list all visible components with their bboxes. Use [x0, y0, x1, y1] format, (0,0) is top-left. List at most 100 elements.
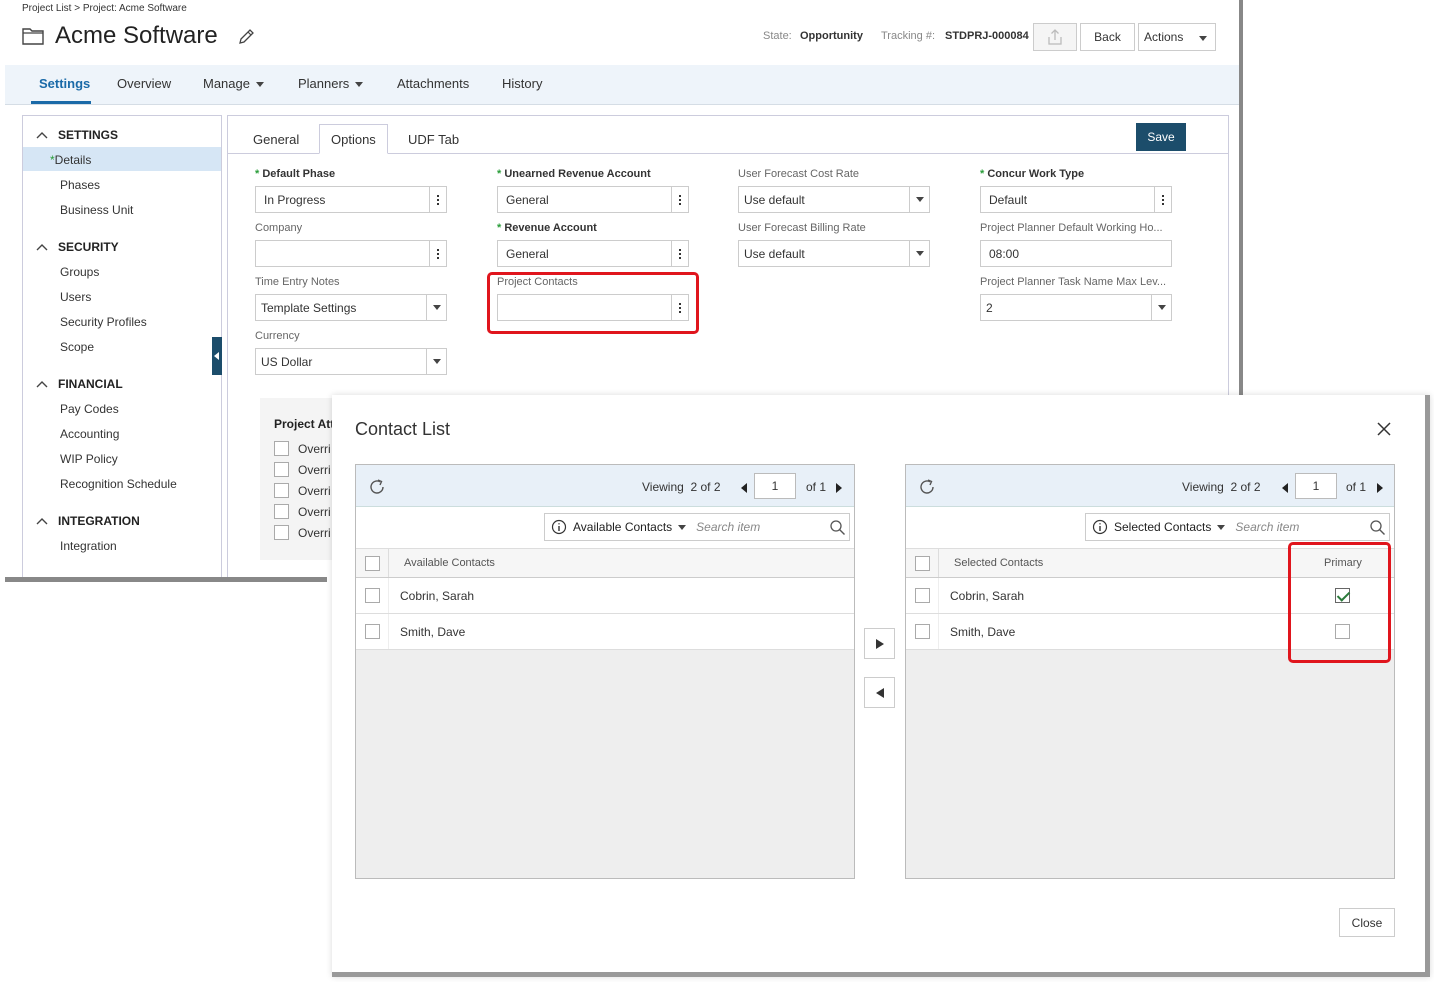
chevron-down-icon[interactable] [1217, 524, 1226, 530]
attribute-row[interactable]: Overri [274, 462, 331, 477]
chevron-down-icon[interactable] [909, 187, 929, 212]
more-options-icon[interactable] [671, 187, 688, 212]
tab-options[interactable]: Options [319, 124, 388, 154]
planner-task-name-max-select[interactable]: 2 [980, 294, 1172, 321]
close-icon[interactable] [1376, 421, 1392, 437]
actions-dropdown[interactable]: Actions [1138, 23, 1216, 51]
back-button[interactable]: Back [1080, 23, 1135, 51]
select-all-checkbox[interactable] [364, 555, 380, 571]
breadcrumb[interactable]: Project List > Project: Acme Software [22, 3, 187, 14]
refresh-icon[interactable] [918, 478, 936, 496]
row-checkbox[interactable] [364, 588, 380, 603]
more-options-icon[interactable] [429, 241, 446, 266]
sidebar-item-business-unit[interactable]: Business Unit [60, 203, 133, 217]
attribute-row[interactable]: Overri [274, 441, 331, 456]
next-page-icon[interactable] [836, 483, 842, 493]
refresh-icon[interactable] [368, 478, 386, 496]
user-forecast-cost-rate-select[interactable]: Use default [738, 186, 930, 213]
field-value: Template Settings [261, 300, 357, 315]
sidebar-item-wip-policy[interactable]: WIP Policy [60, 452, 118, 466]
sidebar-section-financial[interactable]: FINANCIAL [36, 377, 123, 391]
next-page-icon[interactable] [1377, 483, 1383, 493]
chevron-down-icon[interactable] [1151, 295, 1171, 320]
sidebar-item-details[interactable]: *Details [50, 153, 91, 167]
selected-search-box[interactable]: Selected Contacts Search item [1085, 513, 1390, 541]
nav-planners-label: Planners [298, 76, 350, 91]
concur-work-type-field[interactable]: Default [980, 186, 1172, 213]
company-field[interactable] [255, 240, 447, 267]
tab-udf[interactable]: UDF Tab [397, 124, 470, 154]
sidebar-section-security[interactable]: SECURITY [36, 240, 119, 254]
move-right-button[interactable] [864, 628, 895, 659]
default-phase-field[interactable]: In Progress [255, 186, 447, 213]
chevron-down-icon[interactable] [426, 349, 446, 374]
time-entry-notes-select[interactable]: Template Settings [255, 294, 447, 321]
save-button[interactable]: Save [1136, 123, 1186, 151]
row-checkbox[interactable] [364, 624, 380, 639]
attribute-row[interactable]: Overri [274, 504, 331, 519]
sidebar-item-security-profiles[interactable]: Security Profiles [60, 315, 147, 329]
chevron-down-icon[interactable] [426, 295, 446, 320]
checkbox[interactable] [274, 441, 289, 456]
search-icon[interactable] [829, 519, 846, 536]
field-label-text: Revenue Account [504, 222, 597, 234]
chevron-down-icon[interactable] [909, 241, 929, 266]
row-checkbox[interactable] [914, 588, 930, 603]
checkbox[interactable] [274, 525, 289, 540]
revenue-account-field[interactable]: General [497, 240, 689, 267]
nav-settings[interactable]: Settings [39, 76, 90, 91]
attribute-row[interactable]: Overri [274, 483, 331, 498]
sidebar-item-integration[interactable]: Integration [60, 539, 117, 553]
arrow-left-icon [875, 687, 884, 698]
search-icon[interactable] [1369, 519, 1386, 536]
sidebar-item-pay-codes[interactable]: Pay Codes [60, 402, 119, 416]
sidebar-item-phases[interactable]: Phases [60, 178, 100, 192]
move-left-button[interactable] [864, 677, 895, 708]
attribute-label: Overri [298, 483, 331, 498]
chevron-up-icon [36, 381, 48, 388]
nav-attachments[interactable]: Attachments [397, 76, 469, 91]
attribute-row[interactable]: Overri [274, 525, 331, 540]
page-input[interactable]: 1 [754, 473, 796, 499]
row-checkbox[interactable] [914, 624, 930, 639]
checkbox[interactable] [274, 462, 289, 477]
nav-manage[interactable]: Manage [203, 76, 264, 91]
sidebar-item-groups[interactable]: Groups [60, 265, 99, 279]
edit-pencil-icon[interactable] [237, 28, 255, 46]
checkbox[interactable] [274, 483, 289, 498]
sidebar-item-recognition-schedule[interactable]: Recognition Schedule [60, 477, 177, 491]
search-input[interactable]: Search item [1235, 520, 1299, 534]
sidebar-item-scope[interactable]: Scope [60, 340, 94, 354]
previous-page-icon[interactable] [1282, 483, 1288, 493]
checkbox[interactable] [274, 504, 289, 519]
tab-general[interactable]: General [242, 124, 310, 154]
previous-page-icon[interactable] [741, 483, 747, 493]
sidebar-collapse-button[interactable] [212, 337, 222, 375]
unearned-revenue-field[interactable]: General [497, 186, 689, 213]
search-input[interactable]: Search item [696, 520, 760, 534]
sidebar-section-settings[interactable]: SETTINGS [36, 128, 118, 142]
nav-planners[interactable]: Planners [298, 76, 364, 91]
planner-working-hours-input[interactable]: 08:00 [980, 240, 1172, 267]
tracking-value: STDPRJ-000084 [945, 30, 1029, 42]
sidebar-item-accounting[interactable]: Accounting [60, 427, 119, 441]
more-options-icon[interactable] [429, 187, 446, 212]
nav-overview[interactable]: Overview [117, 76, 171, 91]
filter-label: Available Contacts [573, 520, 673, 534]
available-search-box[interactable]: Available Contacts Search item [544, 513, 850, 541]
sidebar-section-integration[interactable]: INTEGRATION [36, 514, 140, 528]
chevron-down-icon[interactable] [678, 524, 687, 530]
select-all-checkbox[interactable] [914, 555, 930, 571]
close-button[interactable]: Close [1339, 908, 1395, 937]
more-options-icon[interactable] [1154, 187, 1171, 212]
more-options-icon[interactable] [671, 241, 688, 266]
export-button[interactable] [1033, 23, 1077, 51]
page-input[interactable]: 1 [1295, 473, 1337, 499]
sidebar-item-users[interactable]: Users [60, 290, 91, 304]
table-row[interactable]: Smith, Dave [356, 614, 854, 650]
currency-select[interactable]: US Dollar [255, 348, 447, 375]
user-forecast-billing-rate-select[interactable]: Use default [738, 240, 930, 267]
table-row[interactable]: Cobrin, Sarah [356, 578, 854, 614]
nav-history[interactable]: History [502, 76, 542, 91]
tracking-label: Tracking #: [881, 30, 936, 42]
